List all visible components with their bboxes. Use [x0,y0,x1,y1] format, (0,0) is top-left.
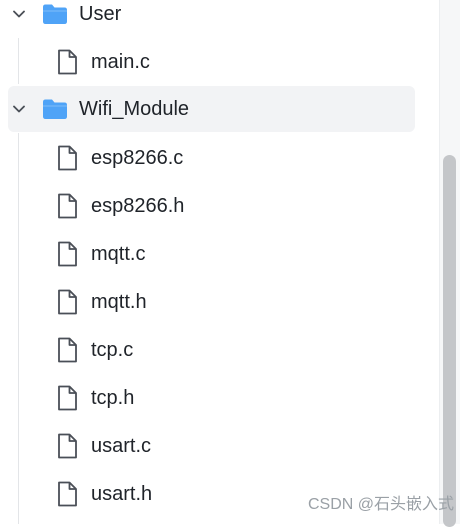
file-icon [56,241,78,267]
file-icon [56,433,78,459]
file-icon [56,193,78,219]
file-row-main-c[interactable]: main.c [8,39,415,85]
chevron-down-icon[interactable] [12,102,26,116]
scrollbar-thumb[interactable] [443,155,456,527]
chevron-down-icon[interactable] [12,7,26,21]
file-label: usart.c [91,435,152,457]
file-label: tcp.h [91,387,135,409]
folder-label-user: User [79,3,122,25]
file-row-esp8266-h[interactable]: esp8266.h [8,183,415,229]
folder-row-wifi-module[interactable]: Wifi_Module [8,86,415,132]
file-icon [56,289,78,315]
file-row-mqtt-h[interactable]: mqtt.h [8,279,415,325]
file-row-esp8266-c[interactable]: esp8266.c [8,135,415,181]
file-icon [56,385,78,411]
file-label: tcp.c [91,339,134,361]
file-row-usart-c[interactable]: usart.c [8,423,415,469]
file-label: esp8266.c [91,147,184,169]
file-tree: User main.c Wifi_Module esp8266.c esp826… [0,0,430,524]
folder-row-user[interactable]: User [8,0,415,37]
file-label: esp8266.h [91,195,185,217]
file-icon [56,145,78,171]
file-label: main.c [91,51,150,73]
file-icon [56,337,78,363]
file-label: mqtt.h [91,291,147,313]
file-label: usart.h [91,483,153,505]
file-icon [56,481,78,507]
folder-icon [42,98,68,120]
watermark: CSDN @石头嵌入式 [307,496,454,513]
file-row-tcp-h[interactable]: tcp.h [8,375,415,421]
file-row-tcp-c[interactable]: tcp.c [8,327,415,373]
folder-label-wifi-module: Wifi_Module [79,98,190,120]
folder-icon [42,3,68,25]
file-label: mqtt.c [91,243,146,265]
file-row-mqtt-c[interactable]: mqtt.c [8,231,415,277]
file-icon [56,49,78,75]
